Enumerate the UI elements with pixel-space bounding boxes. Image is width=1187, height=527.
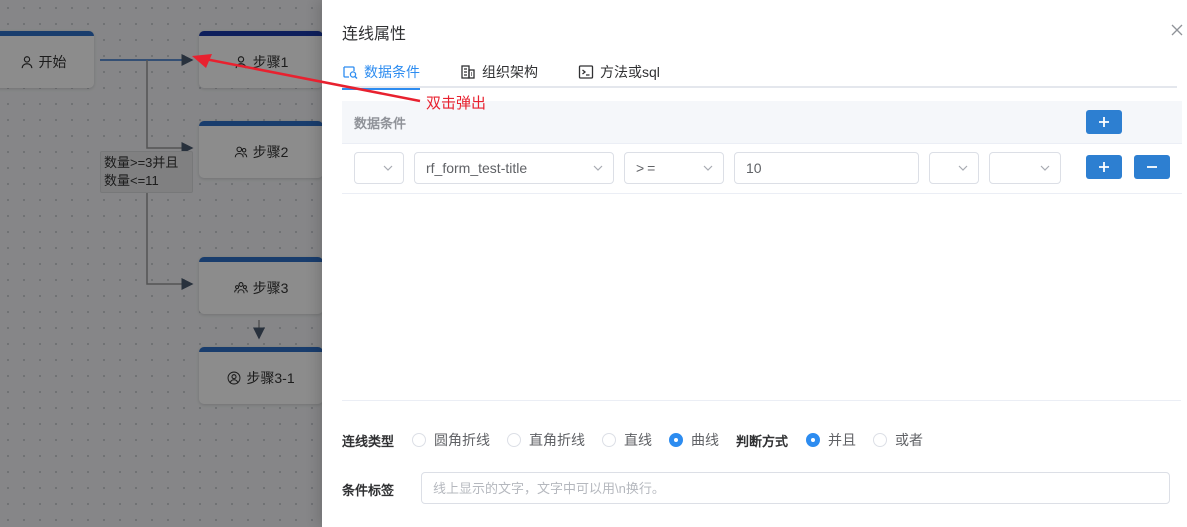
line-properties-drawer: 连线属性 数据条件 组织架构 方法或sql 数据条件 rf_form_test-…	[322, 0, 1187, 527]
chevron-down-icon	[383, 165, 393, 171]
radio-rounded-polyline[interactable]: 圆角折线	[412, 430, 490, 450]
logic-select[interactable]	[989, 152, 1061, 184]
condition-table: 数据条件 rf_form_test-title >= 10	[342, 101, 1182, 194]
radio-dot	[806, 433, 821, 447]
value-text: 10	[746, 160, 762, 176]
add-row-button[interactable]	[1086, 155, 1122, 179]
divider	[342, 400, 1181, 401]
radio-dot	[873, 433, 888, 447]
radio-curve[interactable]: 曲线	[669, 430, 719, 450]
terminal-icon	[578, 65, 594, 79]
radio-label: 或者	[895, 432, 924, 448]
radio-straight-line[interactable]: 直线	[602, 430, 652, 450]
add-condition-button[interactable]	[1086, 110, 1122, 134]
close-icon[interactable]	[1171, 24, 1183, 36]
condition-header-label: 数据条件	[354, 115, 407, 131]
line-type-row: 连线类型 圆角折线 直角折线 直线 曲线 判断方式 并且 或者	[342, 430, 940, 450]
plus-icon	[1099, 162, 1109, 172]
line-type-label: 连线类型	[342, 433, 395, 449]
building-icon	[461, 65, 475, 79]
plus-icon	[1099, 117, 1109, 127]
chevron-down-icon	[703, 165, 713, 171]
radio-dot	[507, 433, 522, 447]
condition-label-row: 条件标签	[342, 480, 412, 499]
radio-dot	[412, 433, 427, 447]
field-select[interactable]: rf_form_test-title	[414, 152, 614, 184]
chevron-down-icon	[593, 165, 603, 171]
radio-dot	[602, 433, 617, 447]
search-database-icon	[343, 66, 358, 79]
chevron-down-icon	[958, 165, 968, 171]
operator-value: >=	[636, 160, 659, 176]
radio-label: 圆角折线	[434, 432, 491, 448]
radio-or[interactable]: 或者	[873, 430, 923, 450]
minus-icon	[1147, 166, 1157, 168]
condition-label-label: 条件标签	[342, 483, 395, 498]
tab-label: 方法或sql	[600, 64, 660, 80]
left-paren-select[interactable]	[354, 152, 404, 184]
tab-bar: 数据条件 组织架构 方法或sql	[342, 58, 1177, 90]
drawer-title: 连线属性	[342, 26, 407, 43]
radio-and[interactable]: 并且	[806, 430, 856, 450]
radio-label: 并且	[828, 432, 857, 448]
tab-label: 组织架构	[482, 64, 538, 80]
value-input[interactable]: 10	[734, 152, 919, 184]
tab-method-sql[interactable]: 方法或sql	[578, 58, 660, 86]
condition-row: rf_form_test-title >= 10	[342, 144, 1182, 194]
radio-label: 直线	[624, 432, 653, 448]
condition-label-input[interactable]	[421, 472, 1170, 504]
judge-mode-label: 判断方式	[736, 433, 789, 449]
radio-dot	[669, 433, 684, 447]
tab-data-condition[interactable]: 数据条件	[342, 58, 420, 90]
field-value: rf_form_test-title	[426, 160, 528, 176]
operator-select[interactable]: >=	[624, 152, 724, 184]
radio-label: 直角折线	[529, 432, 586, 448]
annotation-text: 双击弹出	[426, 95, 487, 112]
tab-organization[interactable]: 组织架构	[460, 58, 538, 86]
right-paren-select[interactable]	[929, 152, 979, 184]
radio-label: 曲线	[691, 432, 720, 448]
remove-row-button[interactable]	[1134, 155, 1170, 179]
tab-label: 数据条件	[364, 64, 420, 80]
radio-right-angle-polyline[interactable]: 直角折线	[507, 430, 585, 450]
chevron-down-icon	[1040, 165, 1050, 171]
